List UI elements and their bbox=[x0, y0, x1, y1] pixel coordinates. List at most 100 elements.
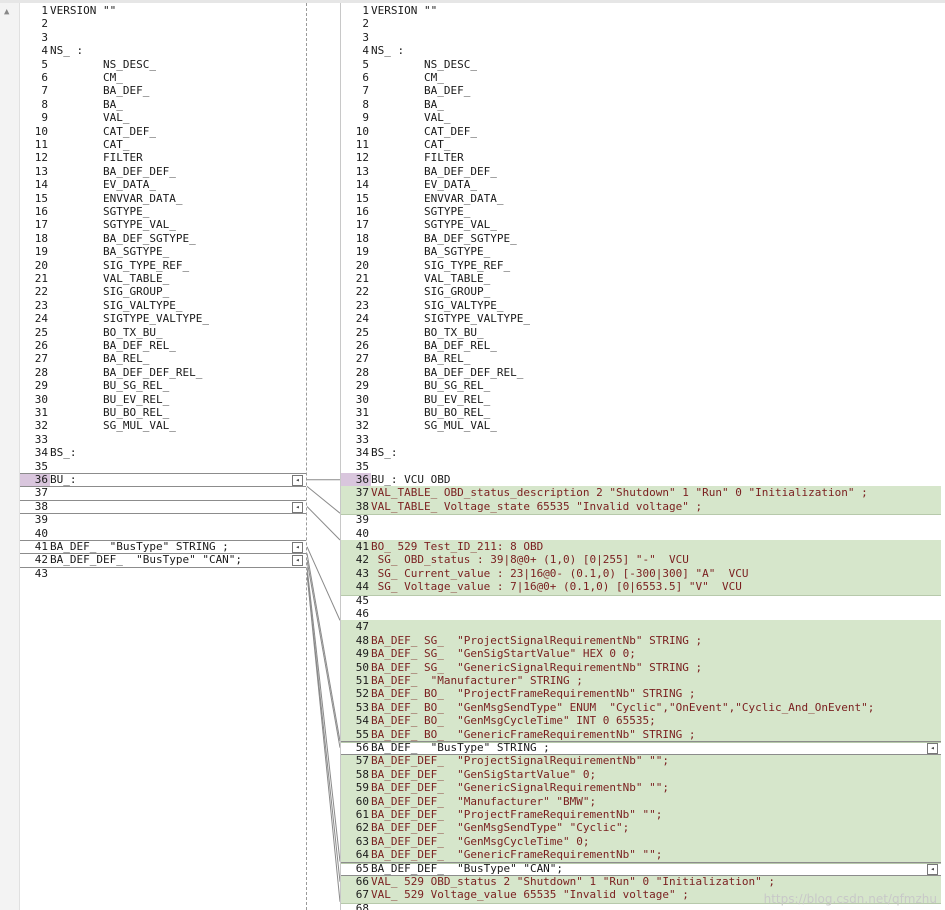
watermark-text: https://blog.csdn.net/qfmzhu bbox=[763, 892, 937, 906]
code-line: 42 SG_ OBD_status : 39|8@0+ (1,0) [0|255… bbox=[341, 553, 941, 567]
code-line: 55 BA_DEF_ BO_ "GenericFrameRequirementNb… bbox=[341, 727, 941, 741]
diff-marker-icon[interactable]: ◂ bbox=[292, 475, 303, 486]
line-text: BA_DEF_SGTYPE_ bbox=[50, 231, 196, 245]
line-number: 28 bbox=[355, 365, 369, 379]
line-text: NS_ : bbox=[50, 44, 84, 58]
line-number: 50 bbox=[355, 660, 369, 674]
line-number: 27 bbox=[34, 352, 48, 366]
scroll-up-icon[interactable]: ▲ bbox=[4, 7, 14, 17]
line-number: 13 bbox=[355, 164, 369, 178]
diff-region-box[interactable] bbox=[341, 741, 941, 756]
line-number: 9 bbox=[41, 111, 48, 125]
line-text: BO_TX_BU_ bbox=[50, 325, 163, 339]
line-number: 48 bbox=[355, 633, 369, 647]
code-line: 24 SIGTYPE_VALTYPE_ bbox=[341, 312, 941, 325]
line-text: EV_DATA_ bbox=[50, 178, 156, 192]
diff-region-box[interactable] bbox=[20, 553, 306, 568]
line-text: VAL_TABLE_ bbox=[371, 272, 491, 285]
line-text: FILTER bbox=[371, 151, 464, 165]
line-number: 45 bbox=[355, 593, 369, 607]
line-number: 2 bbox=[362, 17, 369, 31]
line-number: 5 bbox=[362, 57, 369, 71]
line-text: BA_DEF_ SG_ "ProjectSignalRequirementNb"… bbox=[371, 633, 703, 647]
code-line: 10 CAT_DEF_ bbox=[20, 125, 306, 138]
code-line: 43 SG_ Current_value : 23|16@0- (0.1,0) … bbox=[341, 566, 941, 581]
line-number: 60 bbox=[355, 794, 369, 808]
code-line: 26 BA_DEF_REL_ bbox=[341, 339, 941, 352]
diff-marker-icon[interactable]: ◂ bbox=[927, 863, 938, 875]
line-number: 34 bbox=[355, 446, 369, 460]
diff-region-box[interactable] bbox=[20, 540, 306, 555]
code-line: 60 BA_DEF_DEF_ "Manufacturer" "BMW"; bbox=[341, 794, 941, 808]
code-line: 63 BA_DEF_DEF_ "GenMsgCycleTime" 0; bbox=[341, 834, 941, 849]
line-number: 35 bbox=[355, 459, 369, 473]
line-number: 33 bbox=[355, 432, 369, 446]
line-text: VAL_TABLE_ OBD_status_description 2 "Shu… bbox=[371, 486, 868, 500]
diff-region-box[interactable] bbox=[20, 473, 306, 488]
line-text: EV_DATA_ bbox=[371, 178, 477, 192]
diff-connector-line bbox=[307, 560, 340, 748]
line-number: 46 bbox=[355, 607, 369, 620]
overview-gutter[interactable]: ▲ bbox=[0, 3, 20, 910]
diff-region-box[interactable] bbox=[20, 499, 306, 515]
line-number: 64 bbox=[355, 848, 369, 862]
line-number: 49 bbox=[355, 647, 369, 661]
line-number: 52 bbox=[355, 687, 369, 701]
code-line: 12 FILTER bbox=[341, 151, 941, 164]
code-line: 1 VERSION "" bbox=[20, 4, 306, 17]
line-number: 66 bbox=[355, 875, 369, 888]
diff-marker-icon[interactable]: ◂ bbox=[927, 743, 938, 754]
line-text: BA_DEF_DEF_ "ProjectFrameRequirementNb" … bbox=[371, 808, 663, 821]
diff-marker-icon[interactable]: ◂ bbox=[292, 542, 303, 553]
right-file-pane[interactable]: ◂◂◂◂◂1VERSION ""234NS_ :5 NS_DESC_6 CM_7… bbox=[340, 3, 941, 910]
line-number: 10 bbox=[355, 124, 369, 138]
diff-region-box[interactable] bbox=[341, 861, 941, 876]
code-line: 24 SIGTYPE_VALTYPE_ bbox=[20, 312, 306, 325]
line-number: 1 bbox=[362, 4, 369, 17]
code-line: 3 bbox=[20, 31, 306, 44]
left-file-pane[interactable]: 1 VERSION "" 2 3 4 NS_ :5 NS_DESC_ 6 CM_ 7 BA_D… bbox=[20, 3, 307, 910]
code-line: 12 FILTER bbox=[20, 151, 306, 164]
diff-connector-area bbox=[307, 3, 340, 910]
line-number: 22 bbox=[34, 285, 48, 299]
code-line: 39 bbox=[20, 513, 306, 526]
line-text: ENVVAR_DATA_ bbox=[371, 191, 504, 205]
diff-connector-line bbox=[307, 486, 340, 514]
line-text: BA_DEF_ BO_ "GenMsgCycleTime" INT 0 6553… bbox=[371, 714, 656, 728]
line-text: BA_DEF_DEF_ "ProjectSignalRequirementNb"… bbox=[371, 754, 670, 768]
code-line: 23 SIG_VALTYPE_ bbox=[20, 299, 306, 312]
line-text: BA_DEF_ bbox=[50, 84, 150, 98]
line-text: VAL_ 529 OBD_status 2 "Shutdown" 1 "Run"… bbox=[371, 875, 775, 888]
line-number: 63 bbox=[355, 834, 369, 848]
line-text: SG_ Voltage_value : 7|16@0+ (0.1,0) [0|6… bbox=[371, 580, 742, 594]
code-line: 17 SGTYPE_VAL_ bbox=[20, 218, 306, 231]
line-number: 37 bbox=[355, 486, 369, 500]
code-line: 34 BS_: bbox=[341, 446, 941, 459]
line-text: BA_REL_ bbox=[50, 352, 150, 366]
line-text: BO_ 529 Test_ID_211: 8 OBD bbox=[371, 540, 544, 553]
line-number: 11 bbox=[34, 138, 48, 151]
line-number: 34 bbox=[34, 446, 48, 460]
diff-marker-icon[interactable]: ◂ bbox=[292, 555, 303, 567]
line-number: 24 bbox=[355, 312, 369, 326]
line-number: 30 bbox=[34, 392, 48, 406]
line-number: 3 bbox=[41, 30, 48, 44]
line-number: 29 bbox=[34, 379, 48, 393]
code-line: 29 BU_SG_REL_ bbox=[341, 379, 941, 392]
code-line: 34 BS_: bbox=[20, 446, 306, 459]
line-number: 18 bbox=[34, 231, 48, 245]
line-text: BA_DEF_ bbox=[371, 84, 471, 98]
code-line: 47 bbox=[341, 620, 941, 634]
line-text: BA_DEF_DEF_ "GenericFrameRequirementNb" … bbox=[371, 848, 663, 862]
code-line: 27 BA_REL_ bbox=[20, 352, 306, 365]
diff-marker-icon[interactable]: ◂ bbox=[292, 501, 303, 513]
line-number: 8 bbox=[41, 97, 48, 111]
code-line: 59 BA_DEF_DEF_ "GenericSignalRequirementN… bbox=[341, 781, 941, 795]
code-line: 18 BA_DEF_SGTYPE_ bbox=[341, 232, 941, 245]
line-text: BA_DEF_SGTYPE_ bbox=[371, 231, 517, 245]
line-number: 22 bbox=[355, 285, 369, 299]
line-text: SG_ OBD_status : 39|8@0+ (1,0) [0|255] "… bbox=[371, 553, 689, 567]
code-line: 52 BA_DEF_ BO_ "ProjectFrameRequirementNb… bbox=[341, 687, 941, 701]
line-text: BA_ bbox=[371, 97, 444, 111]
code-line: 9 VAL_ bbox=[341, 111, 941, 124]
